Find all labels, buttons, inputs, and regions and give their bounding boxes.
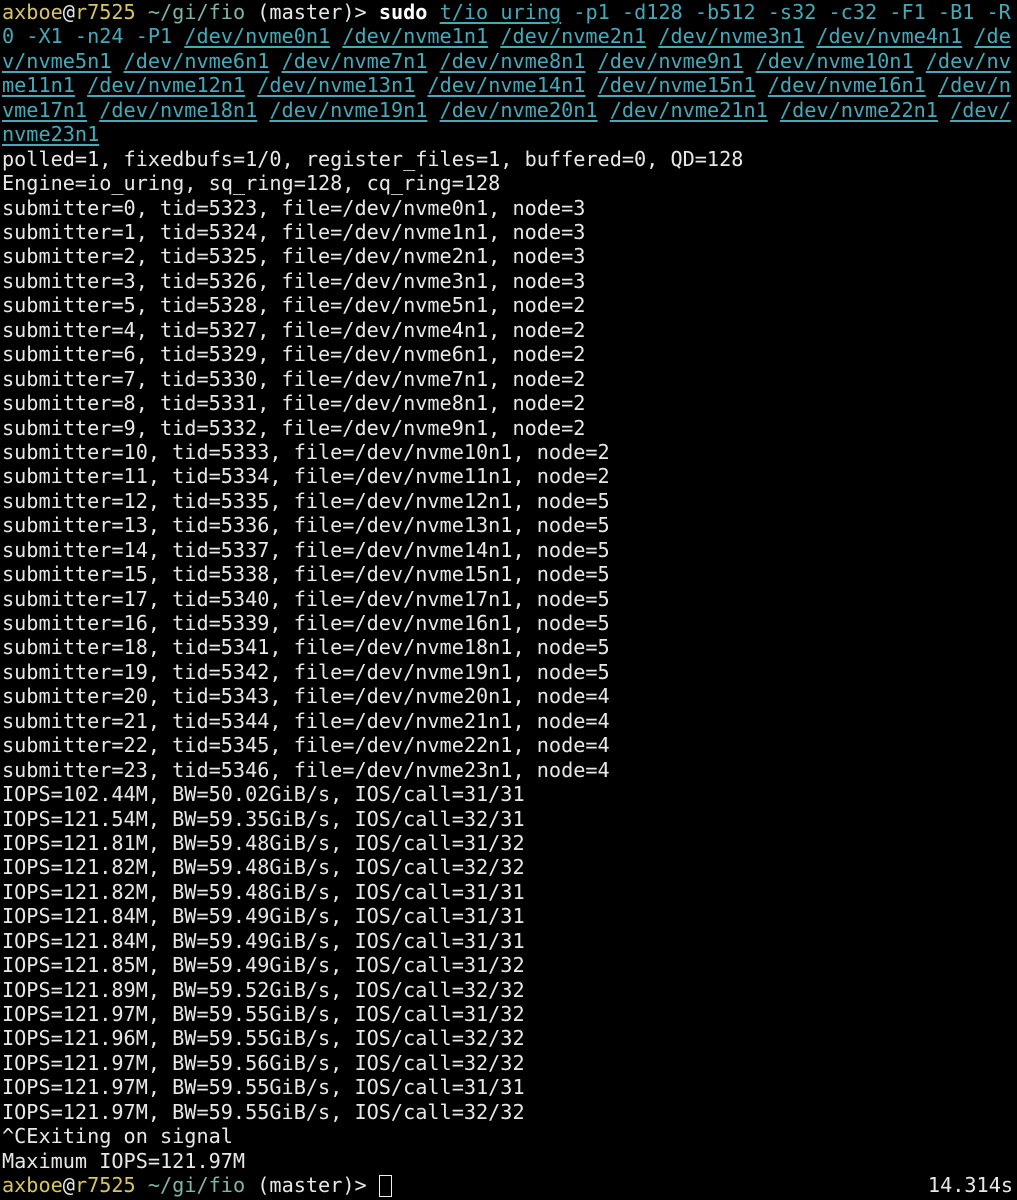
- iops-stat-line: IOPS=121.97M, BW=59.55GiB/s, IOS/call=32…: [2, 1099, 525, 1124]
- prompt-at: @: [62, 0, 75, 24]
- config-line: Engine=io_uring, sq_ring=128, cq_ring=12…: [2, 171, 501, 196]
- command-binary: t/io_uring: [439, 0, 562, 24]
- prompt-cwd: ~/gi/fio: [147, 0, 246, 24]
- submitter-line: submitter=23, tid=5346, file=/dev/nvme23…: [2, 757, 610, 782]
- prompt-user: axboe: [2, 0, 63, 24]
- command-output: polled=1, fixedbufs=1/0, register_files=…: [2, 147, 1015, 1173]
- submitter-line: submitter=11, tid=5334, file=/dev/nvme11…: [2, 464, 610, 489]
- device-path: /dev/nvme15n1: [597, 73, 756, 98]
- device-path: /dev/nvme1n1: [342, 24, 489, 49]
- prompt-host: r7525: [74, 1173, 136, 1198]
- exit-line: ^CExiting on signal: [2, 1124, 233, 1149]
- submitter-line: submitter=2, tid=5325, file=/dev/nvme2n1…: [2, 244, 586, 269]
- device-path: /dev/nvme18n1: [99, 97, 258, 122]
- iops-stat-line: IOPS=121.82M, BW=59.48GiB/s, IOS/call=32…: [2, 855, 525, 880]
- device-path: /dev/nvme21n1: [609, 97, 768, 122]
- device-path: /dev/nvme13n1: [257, 73, 416, 98]
- iops-stat-line: IOPS=121.84M, BW=59.49GiB/s, IOS/call=31…: [2, 928, 525, 953]
- prompt-symbol: >: [354, 0, 367, 24]
- current-prompt-line: axboe@r7525 ~/gi/fio (master)> 14.314s: [2, 1173, 1015, 1198]
- prompt-branch: (master): [257, 0, 355, 24]
- submitter-line: submitter=1, tid=5324, file=/dev/nvme1n1…: [2, 220, 586, 245]
- iops-stat-line: IOPS=121.81M, BW=59.48GiB/s, IOS/call=31…: [2, 830, 525, 855]
- iops-stat-line: IOPS=121.84M, BW=59.49GiB/s, IOS/call=31…: [2, 904, 525, 929]
- submitter-line: submitter=10, tid=5333, file=/dev/nvme10…: [2, 439, 610, 464]
- text-cursor[interactable]: [378, 1175, 392, 1198]
- submitter-line: submitter=17, tid=5340, file=/dev/nvme17…: [2, 586, 610, 611]
- device-path: /dev/nvme19n1: [269, 97, 428, 122]
- prompt-symbol: >: [354, 1173, 367, 1198]
- iops-stat-line: IOPS=121.54M, BW=59.35GiB/s, IOS/call=32…: [2, 806, 525, 831]
- iops-stat-line: IOPS=102.44M, BW=50.02GiB/s, IOS/call=31…: [2, 782, 525, 807]
- submitter-line: submitter=18, tid=5341, file=/dev/nvme18…: [2, 635, 610, 660]
- device-path: /dev/nvme22n1: [779, 97, 938, 122]
- submitter-line: submitter=16, tid=5339, file=/dev/nvme16…: [2, 611, 610, 636]
- submitter-line: submitter=8, tid=5331, file=/dev/nvme8n1…: [2, 391, 586, 416]
- device-path: /dev/nvme14n1: [427, 73, 586, 98]
- max-iops-line: Maximum IOPS=121.97M: [2, 1148, 246, 1173]
- device-path: /dev/nvme6n1: [123, 48, 270, 73]
- submitter-line: submitter=15, tid=5338, file=/dev/nvme15…: [2, 562, 610, 587]
- prompt-at: @: [62, 1173, 75, 1198]
- command-program: sudo: [378, 0, 428, 24]
- submitter-line: submitter=0, tid=5323, file=/dev/nvme0n1…: [2, 195, 586, 220]
- iops-stat-line: IOPS=121.85M, BW=59.49GiB/s, IOS/call=31…: [2, 953, 525, 978]
- device-path: /dev/nvme8n1: [439, 48, 586, 73]
- iops-stat-line: IOPS=121.89M, BW=59.52GiB/s, IOS/call=32…: [2, 977, 525, 1002]
- prompt-cwd: ~/gi/fio: [147, 1173, 246, 1198]
- iops-stat-line: IOPS=121.97M, BW=59.55GiB/s, IOS/call=31…: [2, 1002, 525, 1027]
- submitter-line: submitter=21, tid=5344, file=/dev/nvme21…: [2, 708, 610, 733]
- iops-stat-line: IOPS=121.97M, BW=59.56GiB/s, IOS/call=32…: [2, 1050, 525, 1075]
- submitter-line: submitter=19, tid=5342, file=/dev/nvme19…: [2, 659, 610, 684]
- device-path: /dev/nvme7n1: [281, 48, 428, 73]
- device-path: /dev/nvme0n1: [184, 24, 331, 49]
- submitter-line: submitter=6, tid=5329, file=/dev/nvme6n1…: [2, 342, 586, 367]
- device-path: /dev/nvme9n1: [597, 48, 744, 73]
- config-line: polled=1, fixedbufs=1/0, register_files=…: [2, 146, 744, 171]
- iops-stat-line: IOPS=121.82M, BW=59.48GiB/s, IOS/call=31…: [2, 879, 525, 904]
- iops-stat-line: IOPS=121.97M, BW=59.55GiB/s, IOS/call=31…: [2, 1075, 525, 1100]
- device-path: /dev/nvme12n1: [87, 73, 246, 98]
- command-line: axboe@r7525 ~/gi/fio (master)> sudo t/io…: [2, 0, 1015, 147]
- submitter-line: submitter=3, tid=5326, file=/dev/nvme3n1…: [2, 268, 586, 293]
- submitter-line: submitter=14, tid=5337, file=/dev/nvme14…: [2, 537, 610, 562]
- device-path: /dev/nvme4n1: [816, 24, 963, 49]
- submitter-line: submitter=12, tid=5335, file=/dev/nvme12…: [2, 488, 610, 513]
- submitter-line: submitter=22, tid=5345, file=/dev/nvme22…: [2, 733, 610, 758]
- iops-stat-line: IOPS=121.96M, BW=59.55GiB/s, IOS/call=32…: [2, 1026, 525, 1051]
- command-duration: 14.314s: [927, 1173, 1013, 1198]
- device-path: /dev/nvme20n1: [439, 97, 598, 122]
- submitter-line: submitter=9, tid=5332, file=/dev/nvme9n1…: [2, 415, 586, 440]
- prompt-branch: (master): [257, 1173, 355, 1198]
- device-path: /dev/nvme3n1: [658, 24, 805, 49]
- terminal-window[interactable]: axboe@r7525 ~/gi/fio (master)> sudo t/io…: [2, 0, 1015, 1200]
- submitter-line: submitter=7, tid=5330, file=/dev/nvme7n1…: [2, 366, 586, 391]
- submitter-line: submitter=4, tid=5327, file=/dev/nvme4n1…: [2, 317, 586, 342]
- submitter-line: submitter=13, tid=5336, file=/dev/nvme13…: [2, 513, 610, 538]
- device-path: /dev/nvme2n1: [500, 24, 647, 49]
- prompt-user: axboe: [2, 1173, 63, 1198]
- submitter-line: submitter=20, tid=5343, file=/dev/nvme20…: [2, 684, 610, 709]
- device-path: /dev/nvme16n1: [767, 73, 926, 98]
- submitter-line: submitter=5, tid=5328, file=/dev/nvme5n1…: [2, 293, 586, 318]
- device-path: /dev/nvme10n1: [755, 48, 914, 73]
- prompt-host: r7525: [74, 0, 136, 24]
